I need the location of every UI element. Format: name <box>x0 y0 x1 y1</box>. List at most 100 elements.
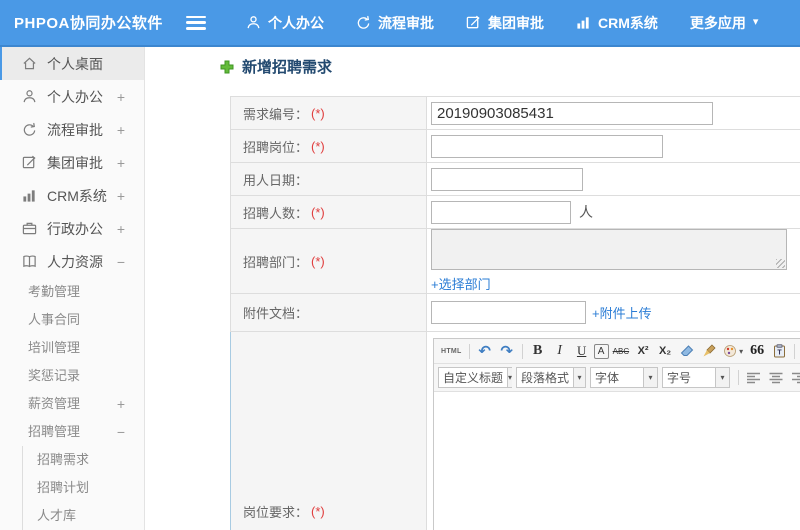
sidebar-item-label: 人事合同 <box>28 312 81 327</box>
subscript-button[interactable]: X₂ <box>655 341 675 361</box>
sidebar-recruit-submenu: 招聘需求 招聘计划 人才库 <box>22 446 144 530</box>
sidebar-item-admin-office[interactable]: 行政办公 + <box>0 212 144 245</box>
user-icon <box>23 90 36 103</box>
caret-down-icon: ▾ <box>573 368 585 387</box>
topnav-label: 个人办公 <box>268 14 324 31</box>
collapse-minus-icon: − <box>116 253 125 270</box>
sidebar-item-personal-office[interactable]: 个人办公 + <box>0 80 144 113</box>
rich-text-editor: HTML ↶ ↷ B I U A ABC X² X₂ ▾ 66 T 自定义标题 … <box>433 338 800 530</box>
sidebar-item-attendance-mgmt[interactable]: 考勤管理 <box>0 278 144 306</box>
expand-plus-icon: + <box>116 88 125 105</box>
topnav-item-workflow-approval[interactable]: 流程审批 <box>356 13 434 33</box>
strikethrough-button[interactable]: ABC <box>611 341 631 361</box>
department-textarea[interactable] <box>431 229 787 270</box>
align-left-icon <box>747 372 760 383</box>
topnav-item-crm-system[interactable]: CRM系统 <box>576 13 658 33</box>
app-header: PHPOA协同办公软件 个人办公 流程审批 集团审批 CRM系统 更多应用 ▾ <box>0 0 800 47</box>
caret-down-icon: ▾ <box>715 368 729 387</box>
demand-number-input[interactable] <box>431 101 713 125</box>
required-mark: (*) <box>311 253 325 269</box>
book-icon <box>23 255 36 268</box>
topnav-item-group-approval[interactable]: 集团审批 <box>466 13 544 33</box>
caret-down-icon: ▾ <box>643 368 657 387</box>
font-style-button[interactable]: A <box>593 343 609 359</box>
form-row-job-requirements: 岗位要求： (*) HTML ↶ ↷ B I U A ABC X² X₂ ▾ 6… <box>230 332 800 530</box>
remove-format-button[interactable] <box>677 341 697 361</box>
paragraph-format-dropdown[interactable]: 段落格式 ▾ <box>516 367 586 388</box>
field-label: 需求编号： (*) <box>231 97 427 129</box>
sidebar-item-recruit-plan[interactable]: 招聘计划 <box>23 474 144 502</box>
form-row-hire-date: 用人日期： <box>230 163 800 196</box>
form-row-headcount: 招聘人数： (*) 人 <box>230 196 800 229</box>
headcount-unit: 人 <box>579 204 593 220</box>
sidebar-item-label: 人才库 <box>37 508 77 523</box>
html-source-button[interactable]: HTML <box>439 341 464 361</box>
expand-plus-icon: + <box>116 121 125 138</box>
sidebar-item-recruit-mgmt[interactable]: 招聘管理 − <box>0 418 144 446</box>
format-brush-button[interactable] <box>699 341 719 361</box>
home-icon <box>23 57 36 70</box>
topnav-item-more-apps[interactable]: 更多应用 ▾ <box>690 13 759 33</box>
paste-as-text-button[interactable]: T <box>769 341 789 361</box>
topnav-label: 更多应用 <box>689 14 746 31</box>
align-right-button[interactable] <box>788 368 800 388</box>
field-label: 招聘岗位： (*) <box>231 130 427 162</box>
edit-icon <box>22 155 36 169</box>
sidebar-item-training-mgmt[interactable]: 培训管理 <box>0 334 144 362</box>
sidebar-item-label: 考勤管理 <box>28 284 81 299</box>
sidebar-item-label: 行政办公 <box>47 220 103 237</box>
align-center-button[interactable] <box>766 368 786 388</box>
sidebar-item-personal-desktop[interactable]: 个人桌面 <box>0 47 144 80</box>
sidebar-item-group-approval[interactable]: 集团审批 + <box>0 146 144 179</box>
hire-date-input[interactable] <box>431 167 583 191</box>
position-input[interactable] <box>431 134 663 158</box>
sidebar-item-label: 集团审批 <box>47 154 103 171</box>
custom-heading-dropdown[interactable]: 自定义标题 ▾ <box>438 367 513 388</box>
editor-content-area[interactable] <box>434 392 800 530</box>
sidebar-item-label: 流程审批 <box>47 121 103 138</box>
caret-down-icon: ▾ <box>739 346 744 356</box>
sidebar-item-crm-system[interactable]: CRM系统 + <box>0 179 144 212</box>
form-row-department: 招聘部门： (*) +选择部门 <box>230 229 800 294</box>
editor-toolbar-row1: HTML ↶ ↷ B I U A ABC X² X₂ ▾ 66 T <box>434 339 800 364</box>
hamburger-menu-icon[interactable] <box>186 15 206 30</box>
sidebar-item-label: 招聘管理 <box>28 424 81 439</box>
sidebar-item-hr-contract[interactable]: 人事合同 <box>0 306 144 334</box>
add-plus-icon <box>220 60 234 73</box>
sidebar-item-recruit-demand[interactable]: 招聘需求 <box>23 446 144 474</box>
toolbar-separator <box>468 343 470 359</box>
italic-button[interactable]: I <box>550 341 570 361</box>
underline-button[interactable]: U <box>572 341 592 361</box>
blockquote-button[interactable]: 66 <box>747 341 767 361</box>
sidebar-item-label: 招聘计划 <box>37 480 90 495</box>
topnav-label: 流程审批 <box>378 14 434 31</box>
select-department-link[interactable]: +选择部门 <box>431 274 491 293</box>
recruitment-form: 需求编号： (*) 招聘岗位： (*) 用人日期： <box>230 96 800 530</box>
sidebar-item-talent-pool[interactable]: 人才库 <box>23 502 144 530</box>
superscript-button[interactable]: X² <box>633 341 653 361</box>
headcount-input[interactable] <box>431 200 571 224</box>
chart-icon <box>23 190 35 202</box>
color-palette-button[interactable]: ▾ <box>721 341 745 361</box>
font-size-dropdown[interactable]: 字号 ▾ <box>662 367 730 388</box>
sidebar-item-salary-mgmt[interactable]: 薪资管理 + <box>0 390 144 418</box>
field-label: 招聘人数： (*) <box>231 196 427 228</box>
undo-button[interactable]: ↶ <box>475 341 495 361</box>
sidebar-item-reward-punish-record[interactable]: 奖惩记录 <box>0 362 144 390</box>
topnav-item-personal-office[interactable]: 个人办公 <box>246 13 324 33</box>
page-title-text: 新增招聘需求 <box>242 59 333 76</box>
sidebar-item-label: CRM系统 <box>47 187 107 204</box>
form-row-demand-number: 需求编号： (*) <box>230 97 800 130</box>
sidebar-item-label: 招聘需求 <box>37 452 90 467</box>
sidebar-item-label: 个人办公 <box>47 88 103 105</box>
redo-button[interactable]: ↷ <box>497 341 517 361</box>
sidebar-item-workflow-approval[interactable]: 流程审批 + <box>0 113 144 146</box>
align-left-button[interactable] <box>744 368 764 388</box>
attachment-upload-link[interactable]: +附件上传 <box>592 303 652 322</box>
attachment-input[interactable] <box>431 301 586 324</box>
font-family-dropdown[interactable]: 字体 ▾ <box>590 367 658 388</box>
bold-button[interactable]: B <box>528 341 548 361</box>
sidebar-item-human-resources[interactable]: 人力资源 − <box>0 245 144 278</box>
form-row-position: 招聘岗位： (*) <box>230 130 800 163</box>
chart-icon <box>577 17 589 29</box>
